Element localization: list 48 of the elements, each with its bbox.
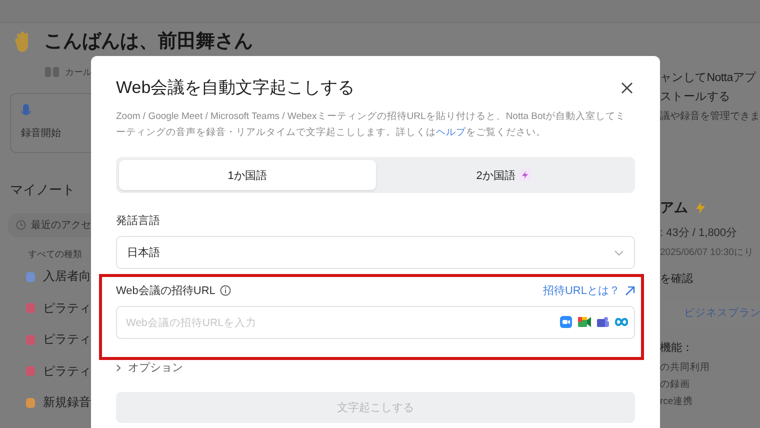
note-icon bbox=[26, 366, 35, 376]
promo-text: ャンしてNottaアプ bbox=[660, 70, 758, 86]
feature-item: の録画 bbox=[660, 378, 691, 392]
recent-filter[interactable]: 最近のアクセ bbox=[8, 213, 91, 237]
plan-title: アム bbox=[660, 199, 688, 217]
dialog-title: Web会議を自動文字起こしする bbox=[116, 77, 355, 99]
options-toggle[interactable]: オプション bbox=[116, 360, 183, 375]
chevron-down-icon bbox=[614, 250, 624, 256]
lightning-icon bbox=[696, 202, 705, 214]
note-title[interactable]: 新規録音 bbox=[43, 394, 91, 412]
note-icon bbox=[26, 303, 35, 314]
note-icon bbox=[26, 398, 35, 408]
field-label: 発話言語 bbox=[116, 214, 161, 228]
camera-icon bbox=[560, 316, 572, 328]
note-title[interactable]: ピラティ bbox=[43, 331, 91, 348]
note-title[interactable]: ピラティ bbox=[43, 300, 91, 317]
external-link-icon bbox=[625, 286, 635, 296]
mode-tab[interactable]: 1か国語 bbox=[119, 160, 376, 190]
mode-tab[interactable]: 2か国語 bbox=[376, 160, 632, 190]
features-heading: 機能： bbox=[660, 341, 694, 355]
check-link[interactable]: を確認 bbox=[660, 271, 760, 286]
note-icon bbox=[26, 272, 35, 282]
promo-text: ストールする bbox=[660, 90, 732, 105]
camera-icon bbox=[578, 316, 591, 328]
dialog-description: Zoom / Google Meet / Microsoft Teams / Webexミーティングの招待URLを貼り付けると、Notta Botが自動入室してミーティングの音声を録音・リアルタイムで文字起こしします。詳しくはヘルプをご覧ください。 bbox=[116, 110, 626, 140]
note-title[interactable]: ピラティ bbox=[43, 362, 91, 380]
promo-note: 議や録音を管理できま bbox=[660, 110, 760, 123]
type-filter[interactable]: すべての種類 bbox=[10, 248, 91, 261]
people-icon bbox=[597, 316, 609, 328]
clock-icon bbox=[16, 220, 26, 230]
language-dropdown[interactable]: 日本語 bbox=[116, 236, 635, 269]
close-icon[interactable] bbox=[619, 80, 635, 96]
reset-text: 2025/06/07 10:30にり bbox=[660, 246, 755, 259]
field-label: Web会議の招待URL bbox=[116, 284, 216, 298]
note-title[interactable]: 入居者向 bbox=[43, 268, 91, 286]
usage-text: : 43分 / 1,800分 bbox=[660, 226, 738, 240]
greeting-heading: こんばんは、前田舞さん bbox=[44, 31, 253, 53]
info-icon bbox=[220, 285, 232, 296]
feature-item: の共同利用 bbox=[660, 361, 711, 375]
help-link[interactable]: ヘルプ bbox=[436, 127, 466, 138]
section-heading: マイノート bbox=[10, 181, 76, 199]
url-help-link[interactable]: 招待URLとは？ bbox=[542, 283, 620, 298]
chevron-right-icon bbox=[116, 364, 121, 372]
loop-icon bbox=[615, 316, 628, 328]
feature-item: rce連携 bbox=[660, 395, 694, 409]
url-input-field[interactable]: Web会議の招待URLを入力 bbox=[116, 306, 635, 339]
microphone-icon bbox=[21, 104, 31, 118]
note-icon bbox=[26, 334, 35, 345]
